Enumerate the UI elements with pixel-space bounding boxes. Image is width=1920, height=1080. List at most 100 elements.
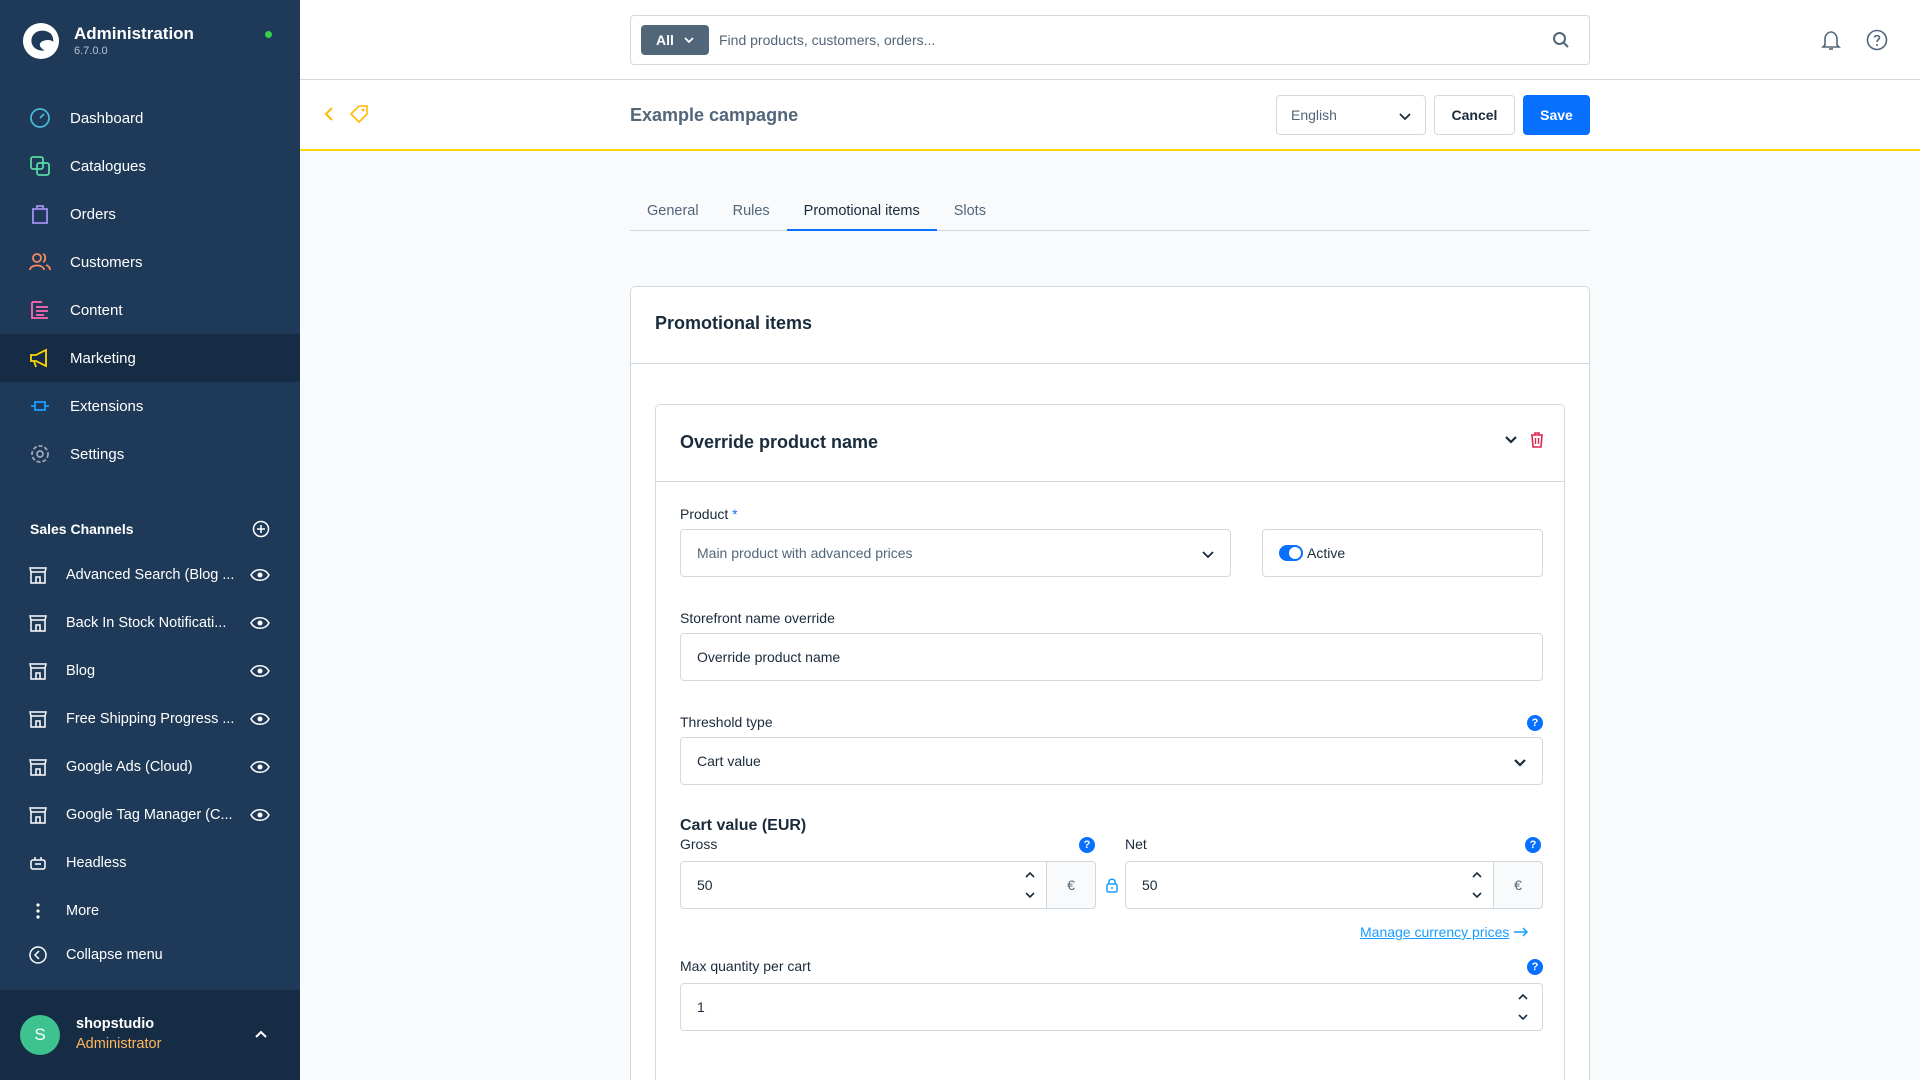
sales-channel-item[interactable]: Advanced Search (Blog ... (0, 551, 300, 599)
nav-item-extensions[interactable]: Extensions (0, 382, 300, 430)
tab-slots[interactable]: Slots (937, 196, 1003, 231)
marketing-icon (28, 346, 52, 370)
content-icon (28, 298, 52, 322)
nav-item-settings[interactable]: Settings (0, 430, 300, 478)
max-quantity-label: Max quantity per cart (680, 958, 811, 974)
app-version: 6.7.0.0 (74, 45, 108, 57)
storefront-name-input[interactable]: Override product name (680, 633, 1543, 681)
eye-icon[interactable] (250, 757, 270, 777)
collapse-label: Collapse menu (66, 947, 163, 963)
nav-item-orders[interactable]: Orders (0, 190, 300, 238)
eye-icon[interactable] (250, 709, 270, 729)
back-arrow-icon[interactable] (320, 105, 338, 123)
collapse-menu-button[interactable]: Collapse menu (28, 945, 163, 965)
sales-channel-item[interactable]: Free Shipping Progress ... (0, 695, 300, 743)
number-stepper-icon[interactable] (1470, 868, 1484, 902)
threshold-type-select[interactable]: Cart value (680, 737, 1543, 785)
headless-icon (30, 857, 46, 870)
nav-item-catalogues[interactable]: Catalogues (0, 142, 300, 190)
nav-label: Extensions (70, 397, 144, 415)
number-stepper-icon[interactable] (1516, 990, 1530, 1024)
global-search: All (630, 15, 1590, 65)
sales-channel-label: Google Ads (Cloud) (66, 759, 193, 775)
storefront-name-label: Storefront name override (680, 610, 835, 626)
user-name: shopstudio (76, 1016, 155, 1032)
main-nav: Dashboard Catalogues Orders Customers Co… (0, 94, 300, 478)
language-value: English (1291, 107, 1337, 123)
sales-channels-list: Advanced Search (Blog ... Back In Stock … (0, 551, 300, 935)
currency-suffix: € (1493, 861, 1543, 909)
nav-item-dashboard[interactable]: Dashboard (0, 94, 300, 142)
search-icon[interactable] (1551, 30, 1571, 50)
eye-icon[interactable] (250, 565, 270, 585)
brand[interactable]: Administration 6.7.0.0 (22, 22, 194, 60)
search-type-select[interactable]: All (641, 25, 709, 55)
trash-icon[interactable] (1528, 431, 1546, 449)
help-icon[interactable]: ? (1525, 837, 1541, 853)
eye-icon[interactable] (250, 613, 270, 633)
storefront-icon (29, 615, 47, 632)
bell-icon[interactable] (1819, 28, 1843, 52)
nav-label: Catalogues (70, 157, 146, 175)
add-sales-channel-icon[interactable] (252, 520, 270, 538)
nav-item-marketing[interactable]: Marketing (0, 334, 300, 382)
promotional-items-card: Promotional items Override product name … (630, 286, 1590, 1080)
sales-channel-item[interactable]: Google Ads (Cloud) (0, 743, 300, 791)
threshold-type-value: Cart value (697, 753, 761, 769)
sales-channel-item[interactable]: Blog (0, 647, 300, 695)
gross-price-input[interactable]: 50 € (680, 861, 1096, 909)
more-channels-item[interactable]: More (0, 887, 300, 935)
help-icon[interactable]: ? (1527, 715, 1543, 731)
extensions-icon (28, 394, 52, 418)
cancel-button[interactable]: Cancel (1434, 95, 1515, 135)
sales-channel-item[interactable]: Google Tag Manager (C... (0, 791, 300, 839)
sales-channel-item[interactable]: Headless (0, 839, 300, 887)
active-switch-field: Active (1262, 529, 1543, 577)
smart-bar: Example campagne English Cancel Save (300, 80, 1920, 151)
help-icon[interactable] (1865, 28, 1889, 52)
active-toggle[interactable] (1279, 545, 1303, 561)
eye-icon[interactable] (250, 661, 270, 681)
search-type-label: All (656, 32, 674, 48)
help-icon[interactable]: ? (1527, 959, 1543, 975)
gross-value: 50 (697, 877, 713, 893)
language-select[interactable]: English (1276, 95, 1426, 135)
save-button[interactable]: Save (1523, 95, 1590, 135)
nav-label: Content (70, 301, 123, 319)
help-icon[interactable]: ? (1079, 837, 1095, 853)
tab-bar: General Rules Promotional items Slots (630, 196, 1590, 231)
tab-promotional-items[interactable]: Promotional items (786, 196, 937, 231)
max-quantity-input[interactable]: 1 (680, 983, 1543, 1031)
product-value: Main product with advanced prices (697, 545, 913, 561)
product-label: Product * (680, 506, 738, 522)
number-stepper-icon[interactable] (1023, 868, 1037, 902)
more-vertical-icon (36, 903, 40, 919)
eye-icon[interactable] (250, 805, 270, 825)
storefront-icon (29, 807, 47, 824)
gross-label: Gross (680, 836, 718, 852)
user-menu[interactable]: S shopstudio Administrator (0, 990, 300, 1080)
chevron-up-icon[interactable] (252, 1026, 270, 1044)
lock-icon[interactable] (1105, 877, 1119, 893)
storefront-icon (29, 663, 47, 680)
user-role: Administrator (76, 1036, 162, 1052)
manage-currency-prices-label: Manage currency prices (1360, 924, 1510, 940)
top-bar: All (300, 0, 1920, 80)
nav-label: Marketing (70, 349, 136, 367)
sales-channels-header: Sales Channels (30, 520, 270, 538)
manage-currency-prices-link[interactable]: Manage currency prices (1360, 924, 1529, 940)
nav-item-customers[interactable]: Customers (0, 238, 300, 286)
tab-general[interactable]: General (630, 196, 716, 231)
nav-item-content[interactable]: Content (0, 286, 300, 334)
chevron-down-icon[interactable] (1502, 431, 1520, 449)
sales-channel-label: Blog (66, 663, 96, 679)
sales-channel-item[interactable]: Back In Stock Notificati... (0, 599, 300, 647)
product-select[interactable]: Main product with advanced prices (680, 529, 1231, 577)
storefront-icon (29, 567, 47, 584)
required-mark: * (732, 506, 738, 522)
net-price-input[interactable]: 50 € (1125, 861, 1543, 909)
card-title: Promotional items (631, 287, 1589, 364)
search-input[interactable] (719, 26, 1539, 54)
status-indicator (265, 31, 272, 38)
tab-rules[interactable]: Rules (716, 196, 787, 231)
